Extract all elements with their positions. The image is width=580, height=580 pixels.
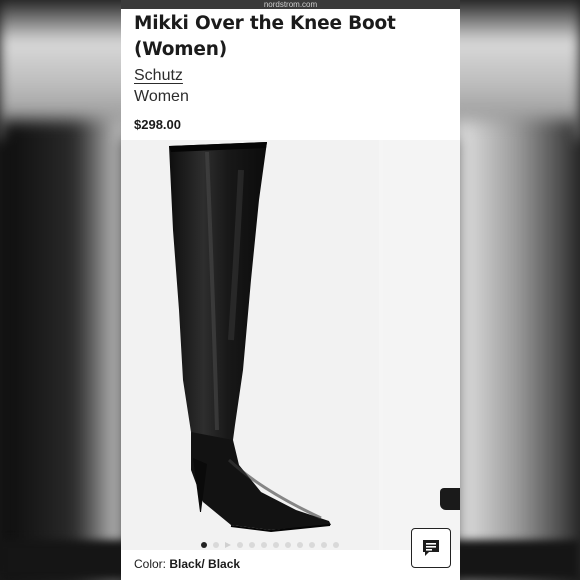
gallery-dot[interactable]	[309, 542, 315, 548]
color-selection: Color: Black/ Black	[134, 557, 240, 571]
gallery-pagination[interactable]	[201, 542, 339, 548]
product-image-next[interactable]	[383, 140, 460, 550]
gallery-dot[interactable]	[261, 542, 267, 548]
gallery-dot[interactable]	[333, 542, 339, 548]
boot-photo	[169, 142, 331, 533]
gallery-dot[interactable]	[249, 542, 255, 548]
product-image-main[interactable]	[121, 140, 379, 550]
gallery-video-dot[interactable]	[225, 542, 231, 548]
product-info: Mikki Over the Knee Boot (Women) Schutz …	[134, 11, 452, 132]
gallery-dot[interactable]	[201, 542, 207, 548]
chat-button[interactable]	[411, 528, 451, 568]
color-label: Color:	[134, 557, 167, 571]
gallery-dot[interactable]	[213, 542, 219, 548]
gallery-dot[interactable]	[297, 542, 303, 548]
backdrop-left	[0, 120, 125, 580]
gallery-dot[interactable]	[285, 542, 291, 548]
gallery-dot[interactable]	[237, 542, 243, 548]
next-boot-preview	[440, 488, 460, 510]
product-page: nordstrom.com Mikki Over the Knee Boot (…	[121, 0, 460, 580]
color-value: Black/ Black	[169, 557, 241, 571]
brand-link[interactable]: Schutz	[134, 65, 183, 86]
image-gallery[interactable]	[121, 140, 460, 550]
address-bar[interactable]: nordstrom.com	[121, 0, 460, 9]
gallery-dot[interactable]	[273, 542, 279, 548]
department-label: Women	[134, 88, 189, 105]
address-bar-text: nordstrom.com	[263, 0, 318, 9]
product-price: $298.00	[134, 117, 181, 132]
chat-bubble-icon	[423, 540, 439, 556]
gallery-dot[interactable]	[321, 542, 327, 548]
product-title: Mikki Over the Knee Boot (Women)	[134, 13, 396, 60]
backdrop-right	[455, 120, 580, 580]
